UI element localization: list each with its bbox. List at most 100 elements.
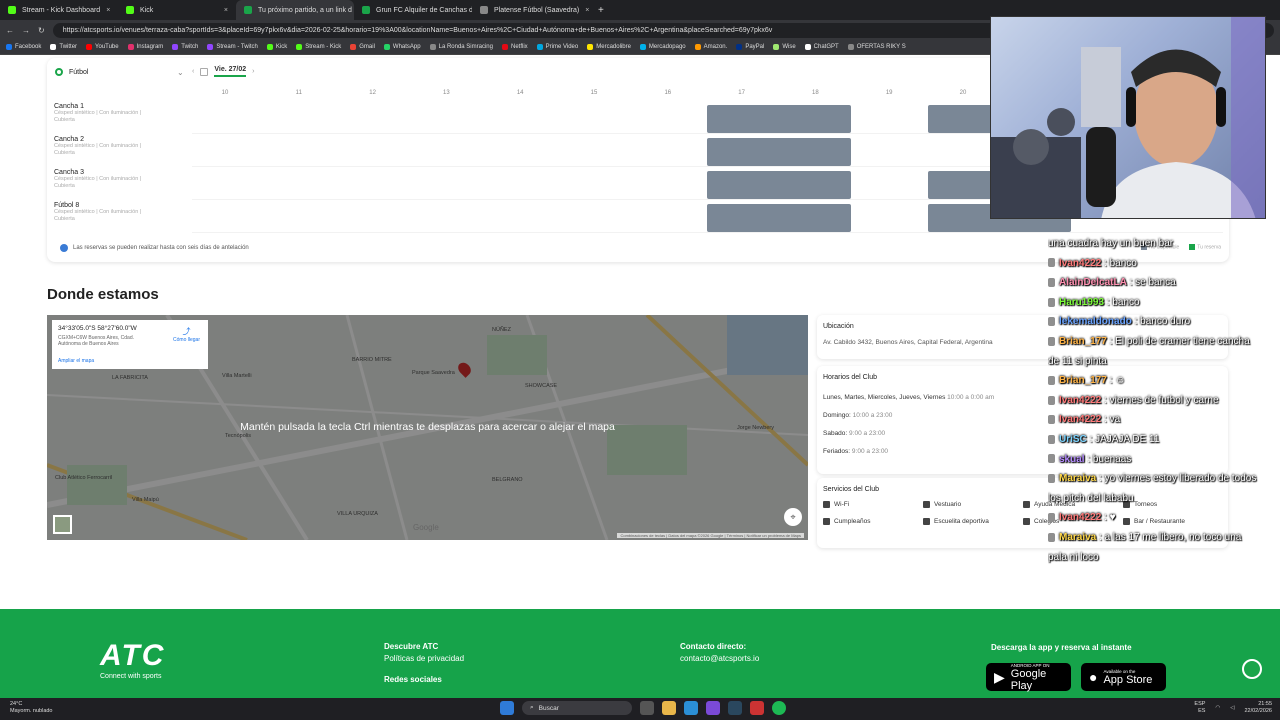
browser-tab[interactable]: Grun FC Alquiler de Canchas de F× [354, 0, 472, 20]
sport-selector[interactable]: Fútbol [55, 68, 88, 76]
kick-icon [126, 6, 134, 14]
contact-email[interactable]: contacto@atcsports.io [680, 654, 759, 663]
volume-icon[interactable]: ◁ [1230, 705, 1234, 712]
chat-username: Ivan4222 [1059, 414, 1102, 426]
kick-icon [8, 6, 16, 14]
atc-logo[interactable]: ATC [100, 639, 165, 673]
weather-widget[interactable]: 24°C Mayorm. nublado [10, 701, 53, 715]
tab-title: Stream - Kick Dashboard [22, 6, 101, 14]
wifi-icon [823, 501, 830, 508]
next-date-icon[interactable]: › [252, 68, 254, 75]
steam-icon[interactable] [728, 701, 742, 715]
bookmark-item[interactable]: Mercadopago [639, 44, 686, 50]
unavailable-slot [707, 105, 851, 133]
bookmark-item[interactable]: WhatsApp [383, 44, 421, 50]
task-view-icon[interactable] [640, 701, 654, 715]
start-icon[interactable] [500, 701, 514, 715]
google-logo: Google [413, 523, 439, 532]
my-location-icon[interactable]: ⌖ [784, 508, 802, 526]
taskbar-search[interactable]: ⌕ Buscar [522, 701, 632, 715]
hour-label: 15 [590, 90, 598, 96]
chat-message: Haru1993 : banco [1048, 293, 1260, 313]
bookmark-item[interactable]: Amazon. [694, 44, 727, 50]
discover-column: Descubre ATC Políticas de privacidad Red… [384, 642, 464, 687]
discover-title: Descubre ATC [384, 642, 439, 651]
obs-icon[interactable] [750, 701, 764, 715]
bookmark-item[interactable]: Stream - Twitch [207, 44, 258, 50]
enlarge-map-link[interactable]: Ampliar el mapa [58, 358, 94, 364]
sport-label: Fútbol [69, 68, 89, 76]
chat-username: skual [1059, 453, 1085, 465]
close-icon[interactable]: × [585, 7, 589, 14]
hour-label: 11 [295, 90, 302, 96]
discord-icon[interactable] [706, 701, 720, 715]
chevron-down-icon[interactable]: ⌄ [177, 68, 184, 77]
browser-tab[interactable]: Stream - Kick Dashboard × [0, 0, 118, 20]
webcam-overlay [990, 16, 1266, 219]
wifi-icon[interactable]: ◠ [1215, 705, 1220, 712]
browser-tab[interactable]: Platense Fútbol (Saavedra) × [472, 0, 590, 20]
bookmark-item[interactable]: Netflix [501, 44, 528, 50]
directions-icon: ⤴ [182, 327, 191, 336]
support-chat-icon[interactable] [1242, 659, 1262, 679]
bookmark-item[interactable]: Twitter [50, 44, 77, 50]
bookmark-item[interactable]: Gmail [350, 44, 375, 50]
forward-icon[interactable]: → [22, 26, 30, 35]
bookmark-icon [266, 44, 273, 50]
chat-message: Maraiva : a las 17 me libero, no toco un… [1048, 528, 1260, 567]
bookmark-item[interactable]: OFERTAS RIKY S [847, 44, 906, 50]
edge-icon[interactable] [684, 701, 698, 715]
chat-badge-icon [1048, 513, 1055, 523]
bookmark-item[interactable]: Instagram [127, 44, 163, 50]
court-desc: Césped sintético | Con iluminación | [54, 209, 142, 215]
bookmark-icon [536, 44, 543, 50]
privacy-link[interactable]: Políticas de privacidad [384, 654, 464, 663]
bookmark-item[interactable]: Twitch [172, 44, 198, 50]
close-icon[interactable]: × [224, 7, 228, 14]
chat-badge-icon [1048, 395, 1055, 405]
google-play-button[interactable]: ▶ ANDROID APP ON Google Play [986, 663, 1071, 692]
spotify-icon[interactable] [772, 701, 786, 715]
browser-tab[interactable]: Kick × [118, 0, 236, 20]
bookmark-item[interactable]: Facebook [6, 44, 41, 50]
directions-link[interactable]: ⤴ Cómo llegar [173, 326, 200, 343]
bookmark-item[interactable]: La Ronda Simracing [429, 44, 493, 50]
new-tab-icon[interactable]: + [590, 5, 612, 16]
map-attribution[interactable]: Combinaciones de teclas | Datos del mapa… [617, 533, 804, 538]
chat-text: : banco duro [1131, 316, 1191, 328]
date-picker[interactable]: ‹ Vie. 27/02 › [192, 66, 254, 77]
reload-icon[interactable]: ↻ [38, 26, 45, 35]
hour-label: 20 [959, 90, 967, 96]
hour-label: 16 [664, 90, 672, 96]
bookmark-item[interactable]: Kick [266, 44, 288, 50]
chat-username: Haru1993 [1059, 296, 1105, 308]
file-explorer-icon[interactable] [662, 701, 676, 715]
hour-label: 10 [221, 90, 229, 96]
prev-date-icon[interactable]: ‹ [192, 68, 194, 75]
back-icon[interactable]: ← [6, 26, 14, 35]
app-store-button[interactable]: ● Available on the App Store [1081, 663, 1166, 691]
app-store-label: App Store [1103, 673, 1153, 686]
google-map[interactable]: Villa Martelli LA FABRICITA BARRIO MITRE NÚ… [47, 315, 808, 540]
close-icon[interactable]: × [106, 7, 110, 14]
hours-day: Lunes, Martes, Miercoles, Jueves, Vierne… [823, 394, 948, 401]
satellite-toggle[interactable] [53, 515, 72, 534]
bookmark-item[interactable]: YouTube [86, 44, 119, 50]
language-indicator[interactable]: ESP ES [1194, 701, 1205, 715]
cake-icon [823, 518, 830, 525]
court-desc: Cubierta [54, 150, 75, 157]
clock[interactable]: 21:55 22/02/2026 [1244, 701, 1272, 715]
bookmark-item[interactable]: PayPal [736, 44, 764, 50]
bookmark-item[interactable]: Mercadolibre [587, 44, 631, 50]
bookmark-label: Kick [275, 44, 288, 50]
bookmark-item[interactable]: Prime Video [536, 44, 578, 50]
bookmark-item[interactable]: ChatGPT [804, 44, 839, 50]
bookmark-item[interactable]: Stream - Kick [296, 44, 341, 50]
browser-tab[interactable]: Tu próximo partido, a un link d× [236, 0, 354, 20]
court-desc: Cubierta [54, 183, 75, 190]
chat-text: : buenaas [1084, 453, 1132, 465]
chat-text: : JAJAJA DE 11 [1086, 433, 1160, 445]
chat-message: UriSC : JAJAJA DE 11 [1048, 430, 1260, 450]
bookmark-item[interactable]: Wise [773, 44, 796, 50]
taskbar-search-label: Buscar [538, 704, 559, 712]
